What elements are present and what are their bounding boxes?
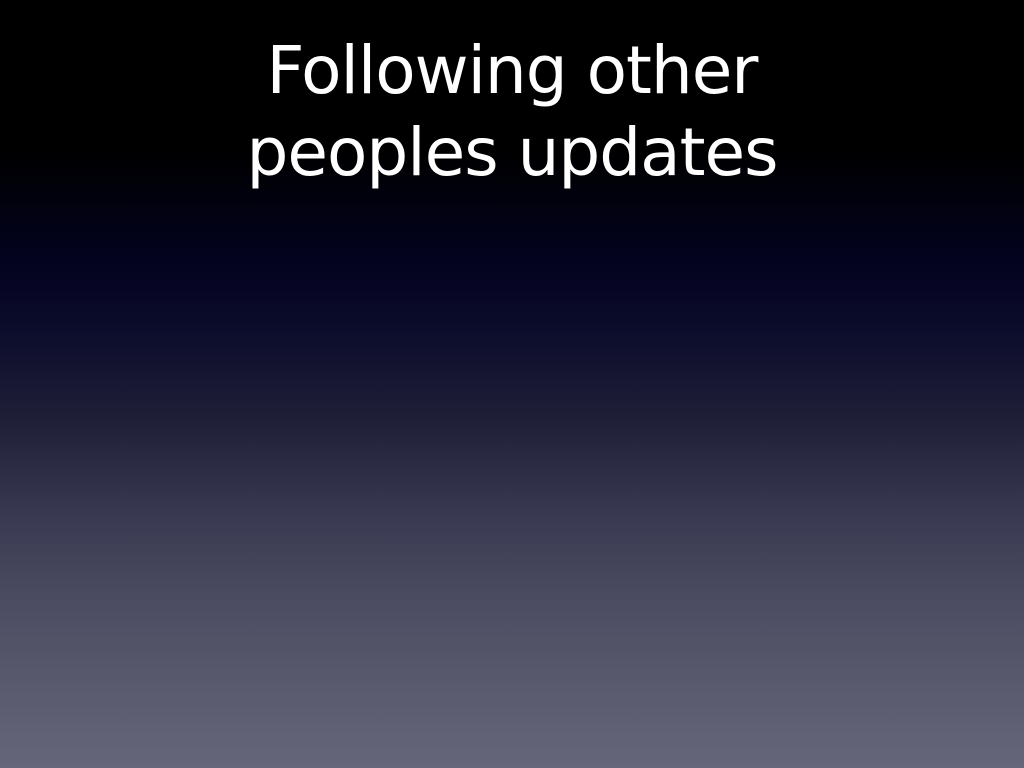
slide: Following other peoples updates: [0, 0, 1024, 768]
slide-title: Following other peoples updates: [112, 30, 912, 194]
slide-title-line-2: peoples updates: [246, 114, 778, 191]
slide-title-line-1: Following other: [266, 32, 759, 109]
